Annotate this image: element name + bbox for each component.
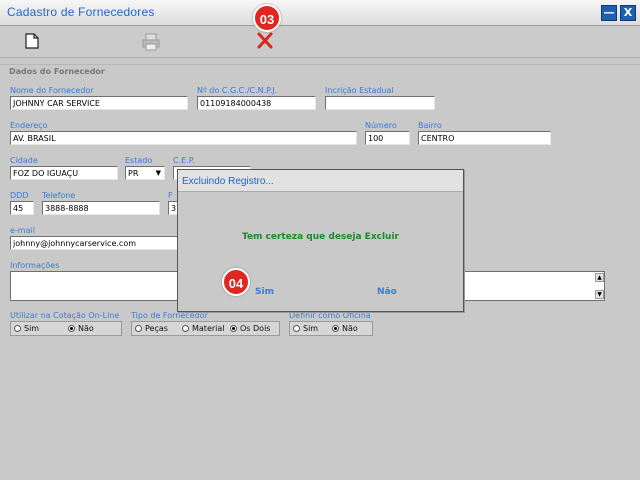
chevron-down-icon: ▼ <box>155 169 161 177</box>
oficina-radio-group: Sim Não <box>289 321 373 336</box>
cotacao-option-nao[interactable]: Não <box>68 324 94 333</box>
confirm-no-button[interactable]: Não <box>377 287 397 297</box>
oficina-option-sim[interactable]: Sim <box>293 324 318 333</box>
estado-select[interactable]: PR ▼ <box>125 166 165 180</box>
scroll-down-icon[interactable]: ▼ <box>595 290 604 299</box>
ie-field[interactable] <box>325 96 435 110</box>
tipo-label: Tipo de Fornecedor <box>131 311 208 320</box>
minimize-button[interactable]: — <box>601 5 617 21</box>
scroll-up-icon[interactable]: ▲ <box>595 273 604 282</box>
dialog-title: Excluindo Registro... <box>182 176 274 187</box>
new-document-icon[interactable] <box>25 33 39 51</box>
bairro-field[interactable]: CENTRO <box>418 131 551 145</box>
delete-confirm-dialog: Excluindo Registro... Tem certeza que de… <box>177 169 464 312</box>
nome-label: Nome do Fornecedor <box>10 86 94 95</box>
radio-icon <box>293 325 300 332</box>
telefone-label: Telefone <box>42 191 76 200</box>
close-button[interactable]: X <box>620 5 636 21</box>
dialog-title-bar: Excluindo Registro... <box>178 170 463 192</box>
radio-icon <box>14 325 21 332</box>
ddd-field[interactable]: 45 <box>10 201 34 215</box>
oficina-label: Definir como Oficina <box>289 311 371 320</box>
fax-label: F <box>168 191 173 200</box>
endereco-label: Endereço <box>10 121 48 130</box>
tipo-option-os-dois[interactable]: Os Dois <box>230 324 270 333</box>
radio-icon <box>135 325 142 332</box>
toolbar <box>0 26 640 58</box>
printer-icon[interactable] <box>141 33 161 53</box>
bairro-label: Bairro <box>418 121 442 130</box>
window-title: Cadastro de Fornecedores <box>7 5 155 19</box>
tipo-radio-group: Peças Material Os Dois <box>131 321 280 336</box>
endereco-field[interactable]: AV. BRASIL <box>10 131 357 145</box>
step-badge-04: 04 <box>222 268 250 296</box>
cotacao-radio-group: Sim Não <box>10 321 122 336</box>
tipo-option-pecas[interactable]: Peças <box>135 324 168 333</box>
dialog-message: Tem certeza que deseja Excluir <box>242 232 399 242</box>
telefone-field[interactable]: 3888-8888 <box>42 201 160 215</box>
section-title: Dados do Fornecedor <box>9 67 105 76</box>
section-divider <box>0 64 640 65</box>
radio-selected-icon <box>68 325 75 332</box>
radio-selected-icon <box>230 325 237 332</box>
ie-label: Incrição Estadual <box>325 86 394 95</box>
cep-label: C.E.P. <box>173 156 195 165</box>
cnpj-field[interactable]: 01109184000438 <box>197 96 316 110</box>
estado-value: PR <box>128 169 139 178</box>
cotacao-label: Utilizar na Cotação On-Line <box>10 311 120 320</box>
radio-icon <box>182 325 189 332</box>
cidade-field[interactable]: FOZ DO IGUAÇU <box>10 166 118 180</box>
cnpj-label: Nº do C.G.C./C.N.P.J. <box>197 86 278 95</box>
oficina-option-nao[interactable]: Não <box>332 324 358 333</box>
estado-label: Estado <box>125 156 153 165</box>
informacoes-label: Informações <box>10 261 60 270</box>
title-bar: Cadastro de Fornecedores — X <box>0 0 640 26</box>
delete-x-icon[interactable] <box>257 32 273 51</box>
radio-selected-icon <box>332 325 339 332</box>
ddd-label: DDD <box>10 191 29 200</box>
confirm-yes-button[interactable]: Sim <box>255 287 274 297</box>
cotacao-option-sim[interactable]: Sim <box>14 324 39 333</box>
email-label: e-mail <box>10 226 35 235</box>
tipo-option-material[interactable]: Material <box>182 324 225 333</box>
cidade-label: Cidade <box>10 156 38 165</box>
nome-field[interactable]: JOHNNY CAR SERVICE <box>10 96 188 110</box>
step-badge-03: 03 <box>253 4 281 32</box>
numero-field[interactable]: 100 <box>365 131 410 145</box>
numero-label: Número <box>365 121 397 130</box>
